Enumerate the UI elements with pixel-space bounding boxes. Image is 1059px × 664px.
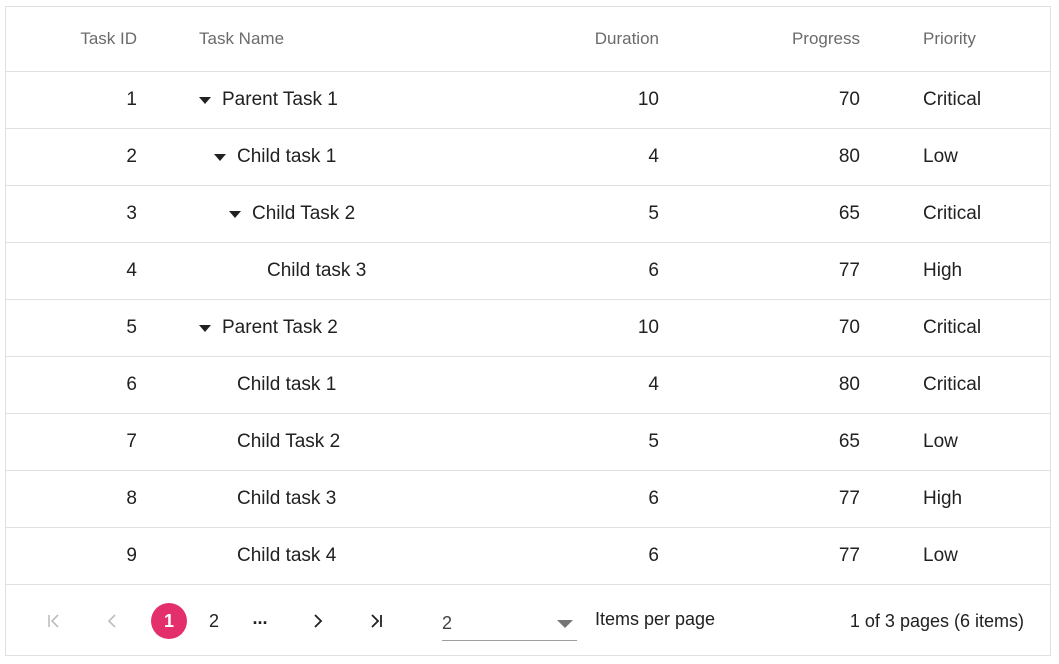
task-name-text: Child task 3: [267, 260, 367, 281]
cell-task-name: Parent Task 1: [199, 72, 539, 128]
cell-task-name: Child task 3: [199, 471, 554, 527]
cell-progress: 77: [838, 260, 860, 281]
table-row[interactable]: 4 Child task 3 6 77 High: [6, 243, 1050, 300]
grid-body: 1 Parent Task 1 10 70 Critical 2 Child task 1 4…: [6, 72, 1050, 585]
previous-page-icon[interactable]: [94, 603, 130, 639]
cell-duration: 5: [648, 203, 659, 224]
cell-duration: 5: [648, 431, 659, 452]
cell-priority: Low: [923, 146, 958, 167]
cell-task-id: 3: [126, 203, 137, 224]
cell-progress: 65: [838, 431, 860, 452]
cell-priority: Critical: [923, 203, 982, 224]
cell-progress: 80: [838, 374, 860, 395]
expand-caret-icon[interactable]: [214, 153, 226, 161]
cell-duration: 6: [648, 260, 659, 281]
cell-task-id: 6: [126, 374, 137, 395]
cell-duration: 10: [637, 317, 659, 338]
tree-grid: Task ID Task Name Duration Progress Prio…: [5, 6, 1051, 656]
cell-task-name: Child Task 2: [199, 186, 569, 242]
next-page-icon[interactable]: [300, 603, 336, 639]
cell-priority: High: [923, 260, 963, 281]
expand-caret-icon[interactable]: [199, 96, 211, 104]
header-priority[interactable]: Priority: [923, 7, 1043, 71]
page-size-dropdown[interactable]: 2: [442, 601, 577, 641]
page-button-2[interactable]: 2: [196, 603, 232, 639]
cell-priority: Low: [923, 431, 958, 452]
cell-priority: Critical: [923, 374, 982, 395]
table-row[interactable]: 5 Parent Task 2 10 70 Critical: [6, 300, 1050, 357]
table-row[interactable]: 2 Child task 1 4 80 Low: [6, 129, 1050, 186]
cell-task-id: 7: [126, 431, 137, 452]
task-name-text: Parent Task 2: [222, 317, 338, 338]
header-progress[interactable]: Progress: [706, 7, 860, 71]
task-name-text: Child task 3: [237, 488, 337, 509]
table-row[interactable]: 9 Child task 4 6 77 Low: [6, 528, 1050, 585]
cell-task-name: Child task 4: [199, 528, 554, 584]
cell-duration: 4: [648, 146, 659, 167]
header-task-name[interactable]: Task Name: [199, 7, 539, 71]
table-row[interactable]: 3 Child Task 2 5 65 Critical: [6, 186, 1050, 243]
cell-progress: 80: [838, 146, 860, 167]
cell-task-id: 1: [126, 89, 137, 110]
header-task-id[interactable]: Task ID: [6, 7, 137, 71]
cell-task-name: Parent Task 2: [199, 300, 539, 356]
cell-task-id: 4: [126, 260, 137, 281]
page-size-value: 2: [442, 613, 453, 633]
items-per-page-label: Items per page: [595, 609, 716, 629]
header-duration[interactable]: Duration: [526, 7, 659, 71]
task-name-text: Child task 1: [237, 374, 337, 395]
cell-task-id: 2: [126, 146, 137, 167]
cell-priority: Critical: [923, 89, 982, 110]
dropdown-arrow-icon[interactable]: [557, 620, 573, 628]
expand-caret-icon[interactable]: [229, 210, 241, 218]
cell-task-name: Child Task 2: [199, 414, 554, 470]
cell-task-id: 5: [126, 317, 137, 338]
last-page-icon[interactable]: [358, 603, 394, 639]
cell-duration: 4: [648, 374, 659, 395]
expand-caret-icon[interactable]: [199, 324, 211, 332]
task-name-text: Child task 4: [237, 545, 337, 566]
cell-progress: 70: [838, 89, 860, 110]
cell-duration: 6: [648, 545, 659, 566]
cell-task-id: 8: [126, 488, 137, 509]
cell-priority: Critical: [923, 317, 982, 338]
table-row[interactable]: 6 Child task 1 4 80 Critical: [6, 357, 1050, 414]
first-page-icon[interactable]: [36, 603, 72, 639]
pager-info: 1 of 3 pages (6 items): [849, 611, 1024, 631]
task-name-text: Child task 1: [237, 146, 337, 167]
table-row[interactable]: 8 Child task 3 6 77 High: [6, 471, 1050, 528]
grid-header: Task ID Task Name Duration Progress Prio…: [6, 7, 1050, 72]
cell-duration: 6: [648, 488, 659, 509]
cell-duration: 10: [637, 89, 659, 110]
task-name-text: Child Task 2: [237, 431, 341, 452]
cell-progress: 77: [838, 488, 860, 509]
cell-task-name: Child task 1: [199, 357, 554, 413]
cell-priority: High: [923, 488, 963, 509]
page-button-1[interactable]: 1: [151, 603, 187, 639]
cell-progress: 65: [838, 203, 860, 224]
more-pages-button[interactable]: ...: [242, 603, 278, 639]
cell-progress: 77: [838, 545, 860, 566]
cell-task-id: 9: [126, 545, 137, 566]
table-row[interactable]: 7 Child Task 2 5 65 Low: [6, 414, 1050, 471]
task-name-text: Parent Task 1: [222, 89, 338, 110]
cell-task-name: Child task 1: [199, 129, 554, 185]
pager: 1 2 ... 2 Items per page 1 of 3 pages (6…: [6, 585, 1050, 656]
cell-priority: Low: [923, 545, 958, 566]
task-name-text: Child Task 2: [252, 203, 356, 224]
cell-progress: 70: [838, 317, 860, 338]
table-row[interactable]: 1 Parent Task 1 10 70 Critical: [6, 72, 1050, 129]
